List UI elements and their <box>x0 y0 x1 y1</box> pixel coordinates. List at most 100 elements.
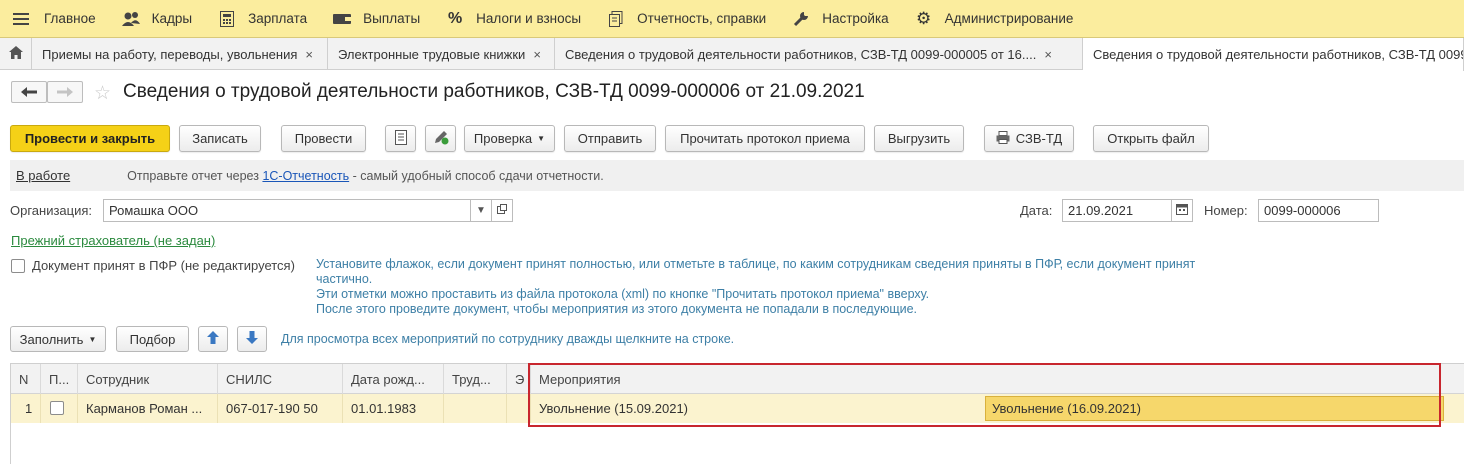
birth-date-cell[interactable]: 01.01.1983 <box>343 394 444 423</box>
column-header-number[interactable]: N <box>11 364 41 394</box>
close-icon[interactable]: × <box>533 47 541 62</box>
number-field[interactable]: 0099-000006 <box>1258 199 1379 222</box>
menu-item-payments[interactable]: Выплаты <box>321 0 434 38</box>
menu-item-admin[interactable]: ⚙ Администрирование <box>903 0 1088 38</box>
wallet-icon <box>329 10 355 28</box>
column-header-labor[interactable]: Труд... <box>444 364 507 394</box>
info-line: Эти отметки можно проставить из файла пр… <box>316 287 930 301</box>
labor-cell[interactable] <box>444 394 507 423</box>
print-szv-td-button[interactable]: СЗВ-ТД <box>984 125 1074 152</box>
open-link-icon <box>497 204 507 217</box>
move-down-button[interactable] <box>237 326 267 352</box>
percent-icon: % <box>448 9 463 27</box>
move-up-button[interactable] <box>198 326 228 352</box>
post-button[interactable]: Провести <box>281 125 366 152</box>
menu-item-label: Налоги и взносы <box>476 11 582 26</box>
pencil-icon <box>433 130 449 148</box>
row-number: 1 <box>11 394 41 423</box>
info-line: Установите флажок, если документ принят … <box>316 257 1196 271</box>
organization-field[interactable]: Ромашка ООО <box>103 199 471 222</box>
employee-cell[interactable]: Карманов Роман ... <box>78 394 218 423</box>
arrow-right-icon <box>57 85 73 100</box>
arrow-left-icon <box>21 85 37 100</box>
accepted-in-pfr-label: Документ принят в ПФР (не редактируется) <box>32 258 295 273</box>
print-list-button[interactable] <box>385 125 416 152</box>
page-title: Сведения о трудовой деятельности работни… <box>123 81 865 102</box>
calendar-button[interactable] <box>1171 199 1193 222</box>
snils-cell[interactable]: 067-017-190 50 <box>218 394 343 423</box>
accepted-in-pfr-checkbox[interactable] <box>11 259 25 273</box>
organization-dropdown-button[interactable]: ▼ <box>470 199 492 222</box>
menu-item-label: Выплаты <box>363 11 421 26</box>
row-accepted-cell <box>41 394 78 423</box>
menu-item-label: Главное <box>44 11 96 26</box>
home-tab[interactable] <box>0 38 32 70</box>
previous-insurer-link[interactable]: Прежний страхователь (не задан) <box>11 233 215 248</box>
edit-document-button[interactable] <box>425 125 456 152</box>
tab-hiring[interactable]: Приемы на работу, переводы, увольнения × <box>32 38 328 70</box>
number-label: Номер: <box>1204 203 1248 218</box>
menu-item-hr[interactable]: Кадры <box>110 0 206 38</box>
menu-item-taxes[interactable]: % Налоги и взносы <box>434 0 595 38</box>
info-line: частично. <box>316 272 373 286</box>
menu-item-label: Администрирование <box>944 11 1074 26</box>
arrow-down-icon <box>246 331 258 347</box>
fill-label: Заполнить <box>19 331 84 347</box>
organization-open-button[interactable] <box>491 199 513 222</box>
menu-item-main[interactable]: Главное <box>0 0 110 38</box>
tab-e-workbooks[interactable]: Электронные трудовые книжки × <box>328 38 555 70</box>
close-icon[interactable]: × <box>1044 47 1052 62</box>
document-list-icon <box>394 129 407 148</box>
reporting-service-link[interactable]: 1С-Отчетность <box>262 169 349 183</box>
column-header-accepted[interactable]: П... <box>41 364 78 394</box>
tab-label: Сведения о трудовой деятельности работни… <box>565 46 1037 62</box>
post-and-close-button[interactable]: Провести и закрыть <box>10 125 170 152</box>
column-header-birth-date[interactable]: Дата рожд... <box>343 364 444 394</box>
favorite-star-icon[interactable]: ☆ <box>94 82 111 105</box>
fill-dropdown-button[interactable]: Заполнить ▼ <box>10 326 106 352</box>
printer-icon <box>996 130 1010 147</box>
chevron-down-icon: ▼ <box>88 334 97 344</box>
menu-item-label: Настройка <box>822 11 889 26</box>
gear-icon: ⚙ <box>916 8 932 28</box>
pick-button[interactable]: Подбор <box>116 326 189 352</box>
info-line: После этого проведите документ, чтобы ме… <box>316 302 918 316</box>
back-button[interactable] <box>11 81 47 103</box>
save-button[interactable]: Записать <box>179 125 261 152</box>
status-bar: В работе Отправьте отчет через 1С-Отчетн… <box>10 160 1464 191</box>
tab-szv-td-000006[interactable]: Сведения о трудовой деятельности работни… <box>1083 38 1464 71</box>
status-hint: Отправьте отчет через 1С-Отчетность - са… <box>127 169 604 183</box>
read-protocol-button[interactable]: Прочитать протокол приема <box>665 125 865 152</box>
calculator-icon <box>214 10 240 28</box>
hamburger-icon <box>8 10 34 28</box>
reports-icon <box>603 10 629 28</box>
chevron-down-icon: ▼ <box>476 205 486 216</box>
row-accepted-checkbox[interactable] <box>50 401 64 415</box>
tab-szv-td-000005[interactable]: Сведения о трудовой деятельности работни… <box>555 38 1083 70</box>
close-icon[interactable]: × <box>305 47 313 62</box>
send-button[interactable]: Отправить <box>564 125 656 152</box>
events-highlight-frame <box>528 363 1441 427</box>
menu-item-reports[interactable]: Отчетность, справки <box>595 0 780 38</box>
status-hint-before: Отправьте отчет через <box>127 168 263 183</box>
status-hint-after: - самый удобный способ сдачи отчетности. <box>349 168 604 183</box>
menu-item-settings[interactable]: Настройка <box>780 0 902 38</box>
document-state-link[interactable]: В работе <box>16 168 70 183</box>
info-text: Установите флажок, если документ принят … <box>316 257 1276 317</box>
check-dropdown-button[interactable]: Проверка ▼ <box>464 125 555 152</box>
menu-item-label: Отчетность, справки <box>637 11 767 26</box>
forward-button[interactable] <box>47 81 83 103</box>
export-button[interactable]: Выгрузить <box>874 125 964 152</box>
calendar-icon <box>1176 203 1188 218</box>
column-header-snils[interactable]: СНИЛС <box>218 364 343 394</box>
menu-item-salary[interactable]: Зарплата <box>206 0 321 38</box>
home-icon <box>8 46 23 62</box>
grid-hint: Для просмотра всех мероприятий по сотруд… <box>281 332 735 346</box>
column-header-employee[interactable]: Сотрудник <box>78 364 218 394</box>
date-field[interactable]: 21.09.2021 <box>1062 199 1172 222</box>
menu-item-label: Кадры <box>151 11 193 26</box>
date-label: Дата: <box>1020 203 1053 218</box>
check-label: Проверка <box>473 131 533 146</box>
open-file-button[interactable]: Открыть файл <box>1093 125 1209 152</box>
main-menu: Главное Кадры Зарплата Выплаты % Налоги … <box>0 0 1464 38</box>
